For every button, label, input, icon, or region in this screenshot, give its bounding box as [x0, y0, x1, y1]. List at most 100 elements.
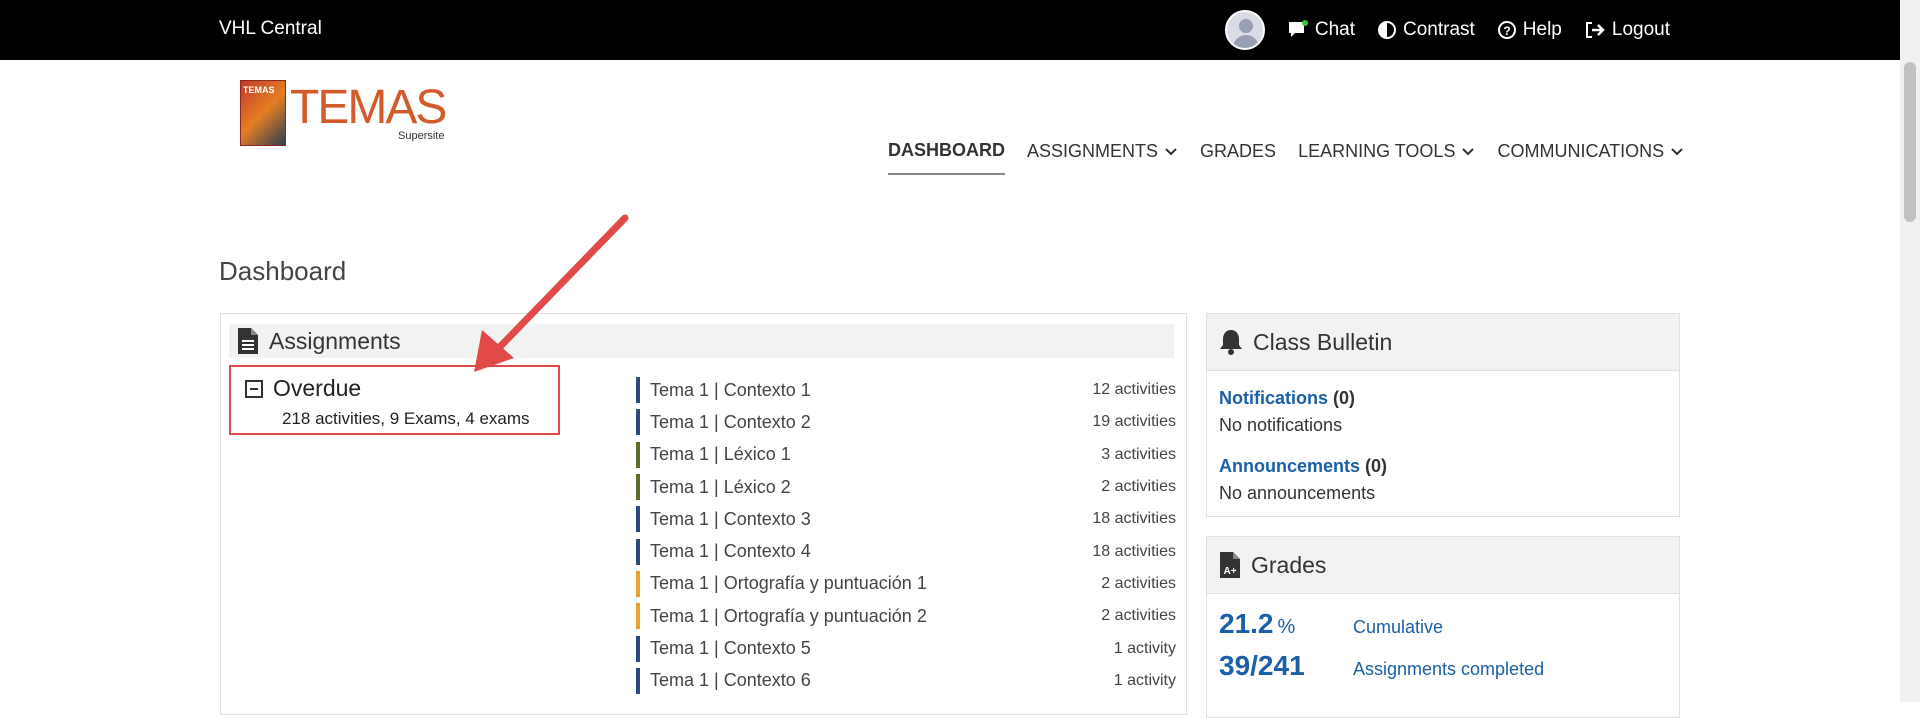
logout-label: Logout	[1611, 19, 1670, 40]
assignment-row[interactable]: Tema 1 | Contexto 2 19 activities	[636, 406, 1176, 438]
grades-panel: A+ Grades 21.2% Cumulative 39/241 Assign…	[1206, 536, 1680, 718]
assignment-row[interactable]: Tema 1 | Léxico 22 activities	[636, 471, 1176, 503]
nav-communications[interactable]: COMMUNICATIONS	[1497, 140, 1684, 175]
page-scrollbar[interactable]	[1900, 0, 1920, 702]
contrast-label: Contrast	[1402, 19, 1475, 40]
nav-communications-label: COMMUNICATIONS	[1497, 141, 1665, 161]
assignment-count: 3 activities	[1101, 445, 1176, 463]
assignment-name[interactable]: Tema 1 | Contexto 1	[650, 380, 1092, 401]
cumulative-value: 21.2	[1219, 608, 1274, 639]
utility-nav: Chat Contrast ? Help Logout	[1224, 10, 1670, 50]
category-color-bar	[636, 603, 640, 630]
assignment-row[interactable]: Tema 1 | Contexto 61 activity	[636, 665, 1176, 697]
bulletin-title: Class Bulletin	[1253, 328, 1393, 355]
assignment-name[interactable]: Tema 1 | Ortografía y puntuación 2	[650, 606, 1101, 627]
assignment-name[interactable]: Tema 1 | Contexto 4	[650, 541, 1092, 562]
assignment-name[interactable]: Tema 1 | Léxico 1	[650, 444, 1101, 465]
temas-logo[interactable]: TEMAS TEMAS Supersite	[240, 78, 450, 148]
assignment-count: 1 activity	[1113, 639, 1176, 657]
assignment-row[interactable]: Tema 1 | Ortografía y puntuación 12 acti…	[636, 568, 1176, 600]
logo-subtitle: Supersite	[398, 130, 445, 142]
assignment-row[interactable]: Tema 1 | Ortografía y puntuación 22 acti…	[636, 600, 1176, 632]
bell-icon	[1220, 330, 1242, 355]
category-color-bar	[636, 667, 640, 694]
chat-label: Chat	[1314, 19, 1355, 40]
brand-link[interactable]: VHL Central	[219, 18, 322, 40]
assignment-row[interactable]: Tema 1 | Contexto 3 18 activities	[636, 503, 1176, 535]
assignment-count: 19 activities	[1092, 413, 1176, 431]
assignment-count: 18 activities	[1092, 510, 1176, 528]
bulletin-header: Class Bulletin	[1207, 314, 1679, 371]
notifications-empty: No notifications	[1219, 415, 1343, 435]
nav-dashboard[interactable]: DASHBOARD	[888, 140, 1005, 175]
assignment-list: Tema 1 | Contexto 1 12 activities Tema 1 |…	[636, 374, 1176, 697]
category-color-bar	[636, 570, 640, 597]
logout-icon	[1585, 22, 1605, 38]
assignment-name[interactable]: Tema 1 | Contexto 5	[650, 638, 1114, 659]
nav-grades-label: GRADES	[1200, 141, 1277, 161]
class-bulletin-panel: Class Bulletin Notifications (0) No noti…	[1206, 313, 1680, 517]
cumulative-grade: 21.2%	[1219, 608, 1353, 640]
nav-learning-tools-label: LEARNING TOOLS	[1298, 141, 1456, 161]
chevron-down-icon	[1165, 147, 1177, 155]
assignments-panel: Assignments Overdue 218 activities, 9 Ex…	[220, 313, 1187, 715]
assignment-row[interactable]: Tema 1 | Contexto 51 activity	[636, 632, 1176, 664]
contrast-link[interactable]: Contrast	[1377, 19, 1475, 41]
announcements-count: (0)	[1365, 456, 1388, 476]
category-color-bar	[636, 441, 640, 468]
nav-assignments-label: ASSIGNMENTS	[1027, 141, 1159, 161]
chevron-down-icon	[1462, 147, 1475, 155]
category-color-bar	[636, 474, 640, 501]
page-title: Dashboard	[219, 256, 347, 286]
assignment-row[interactable]: Tema 1 | Contexto 4 18 activities	[636, 535, 1176, 567]
logo-wordmark: TEMAS	[290, 81, 447, 134]
chevron-down-icon	[1671, 147, 1683, 155]
assignment-count: 12 activities	[1092, 381, 1176, 399]
logout-link[interactable]: Logout	[1584, 19, 1670, 41]
nav-assignments[interactable]: ASSIGNMENTS	[1027, 140, 1178, 175]
top-bar: VHL Central Chat Contrast ? Help Logout	[0, 0, 1900, 60]
help-link[interactable]: ? Help	[1497, 19, 1562, 41]
grade-document-icon: A+	[1220, 552, 1240, 578]
chat-icon	[1288, 20, 1308, 37]
assignment-row[interactable]: Tema 1 | Léxico 13 activities	[636, 439, 1176, 471]
assignment-name[interactable]: Tema 1 | Léxico 2	[650, 477, 1101, 498]
cumulative-unit: %	[1277, 616, 1296, 638]
assignment-name[interactable]: Tema 1 | Ortografía y puntuación 1	[650, 573, 1101, 594]
assignment-row[interactable]: Tema 1 | Contexto 1 12 activities	[636, 374, 1176, 406]
announcements-link[interactable]: Announcements	[1219, 456, 1360, 476]
overdue-summary: 218 activities, 9 Exams, 4 exams	[282, 409, 530, 428]
category-color-bar	[636, 635, 640, 662]
category-color-bar	[636, 506, 640, 533]
annotation-arrow	[474, 214, 629, 372]
overdue-toggle[interactable]: Overdue	[245, 375, 361, 402]
main-nav: DASHBOARD ASSIGNMENTS GRADES LEARNING TO…	[888, 140, 1684, 175]
svg-text:?: ?	[1503, 24, 1510, 38]
help-label: Help	[1522, 19, 1562, 40]
document-icon	[238, 328, 258, 354]
assignments-completed-link[interactable]: Assignments completed	[1353, 659, 1544, 680]
notifications-link[interactable]: Notifications	[1219, 388, 1328, 408]
assignment-name[interactable]: Tema 1 | Contexto 2	[650, 412, 1092, 433]
category-color-bar	[636, 377, 640, 404]
user-avatar[interactable]	[1224, 10, 1265, 50]
announcements-empty: No announcements	[1219, 483, 1376, 503]
cumulative-link[interactable]: Cumulative	[1353, 617, 1443, 638]
assignment-name[interactable]: Tema 1 | Contexto 3	[650, 509, 1092, 530]
chat-link[interactable]: Chat	[1287, 19, 1355, 41]
assignment-count: 18 activities	[1092, 542, 1176, 560]
assignment-count: 2 activities	[1101, 478, 1176, 496]
assignments-title: Assignments	[269, 327, 401, 354]
grades-header: A+ Grades	[1207, 537, 1679, 594]
nav-grades[interactable]: GRADES	[1200, 140, 1276, 175]
completed-count: 39/241	[1219, 650, 1305, 681]
assignments-header: Assignments	[229, 324, 1174, 358]
nav-learning-tools[interactable]: LEARNING TOOLS	[1298, 140, 1475, 175]
contrast-icon	[1377, 21, 1396, 39]
overdue-title: Overdue	[273, 375, 362, 401]
collapse-icon	[245, 379, 263, 398]
assignment-name[interactable]: Tema 1 | Contexto 6	[650, 670, 1114, 691]
assignment-count: 1 activity	[1113, 671, 1176, 689]
scrollbar-thumb[interactable]	[1904, 62, 1916, 222]
assignment-count: 2 activities	[1101, 574, 1176, 592]
